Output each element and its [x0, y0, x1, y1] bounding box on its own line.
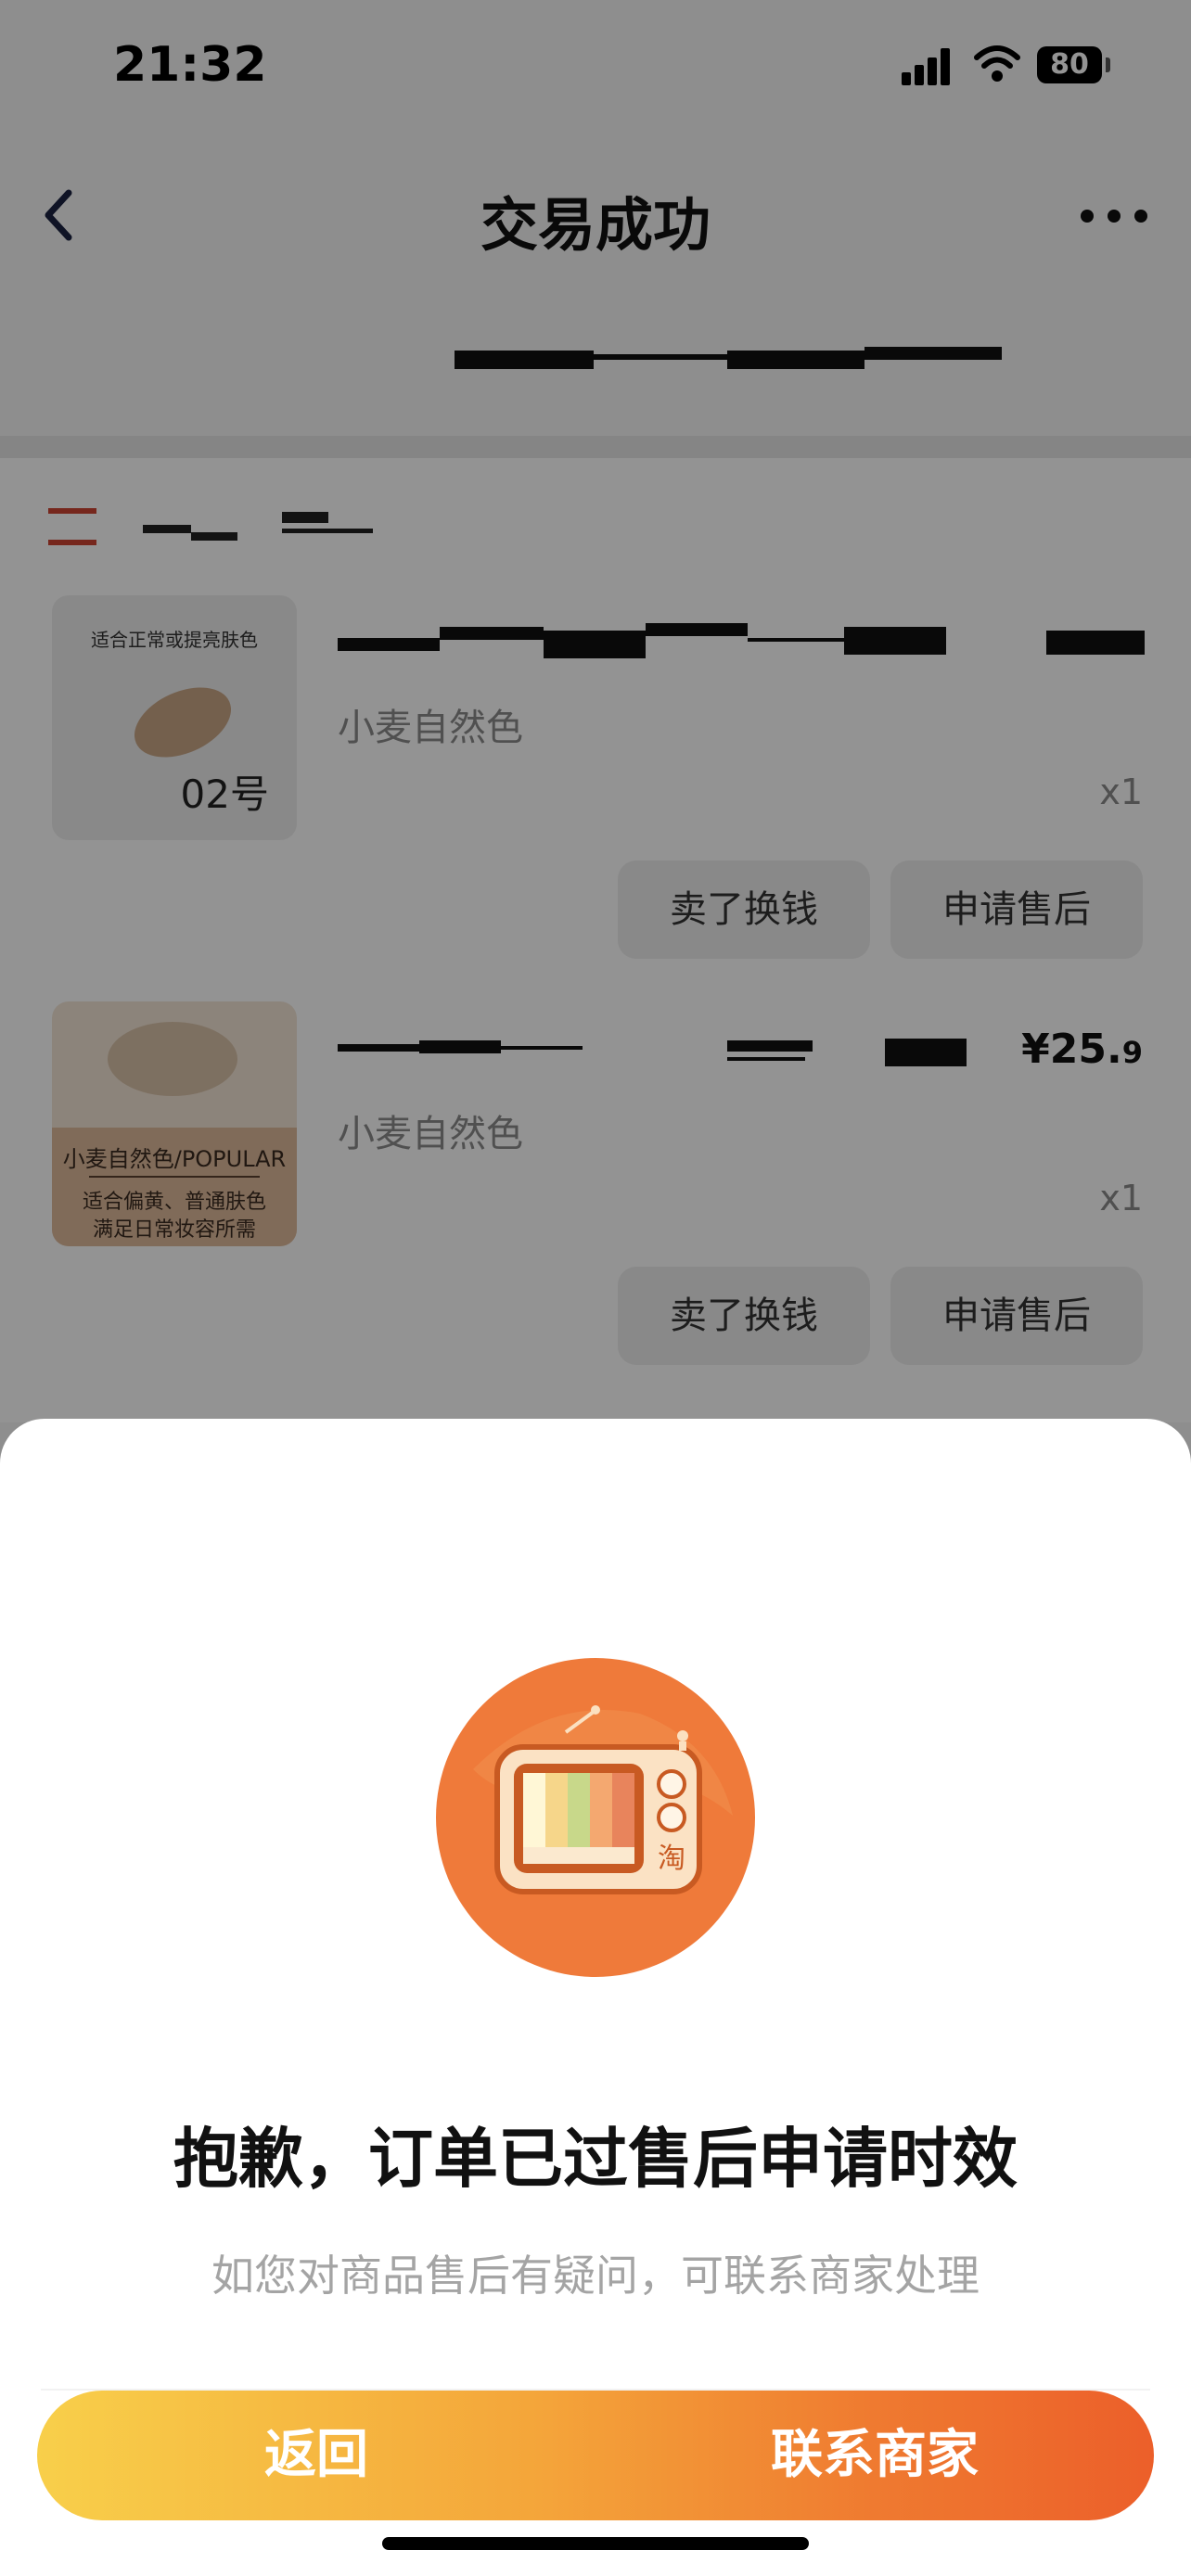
- after-sale-expired-sheet: 淘 抱歉，订单已过售后申请时效 如您对商品售后有疑问，可联系商家处理 返回 联系…: [0, 1419, 1191, 2576]
- sheet-title: 抱歉，订单已过售后申请时效: [173, 2121, 1018, 2197]
- sheet-subtitle: 如您对商品售后有疑问，可联系商家处理: [211, 2251, 980, 2301]
- contact-merchant-button[interactable]: 联系商家: [596, 2391, 1154, 2520]
- tv-badge: 淘: [658, 1843, 685, 1875]
- retro-tv-icon: 淘: [436, 1658, 755, 1977]
- action-bar: 返回 联系商家: [37, 2391, 1154, 2520]
- home-indicator[interactable]: [382, 2537, 809, 2550]
- back-button[interactable]: 返回: [37, 2391, 596, 2520]
